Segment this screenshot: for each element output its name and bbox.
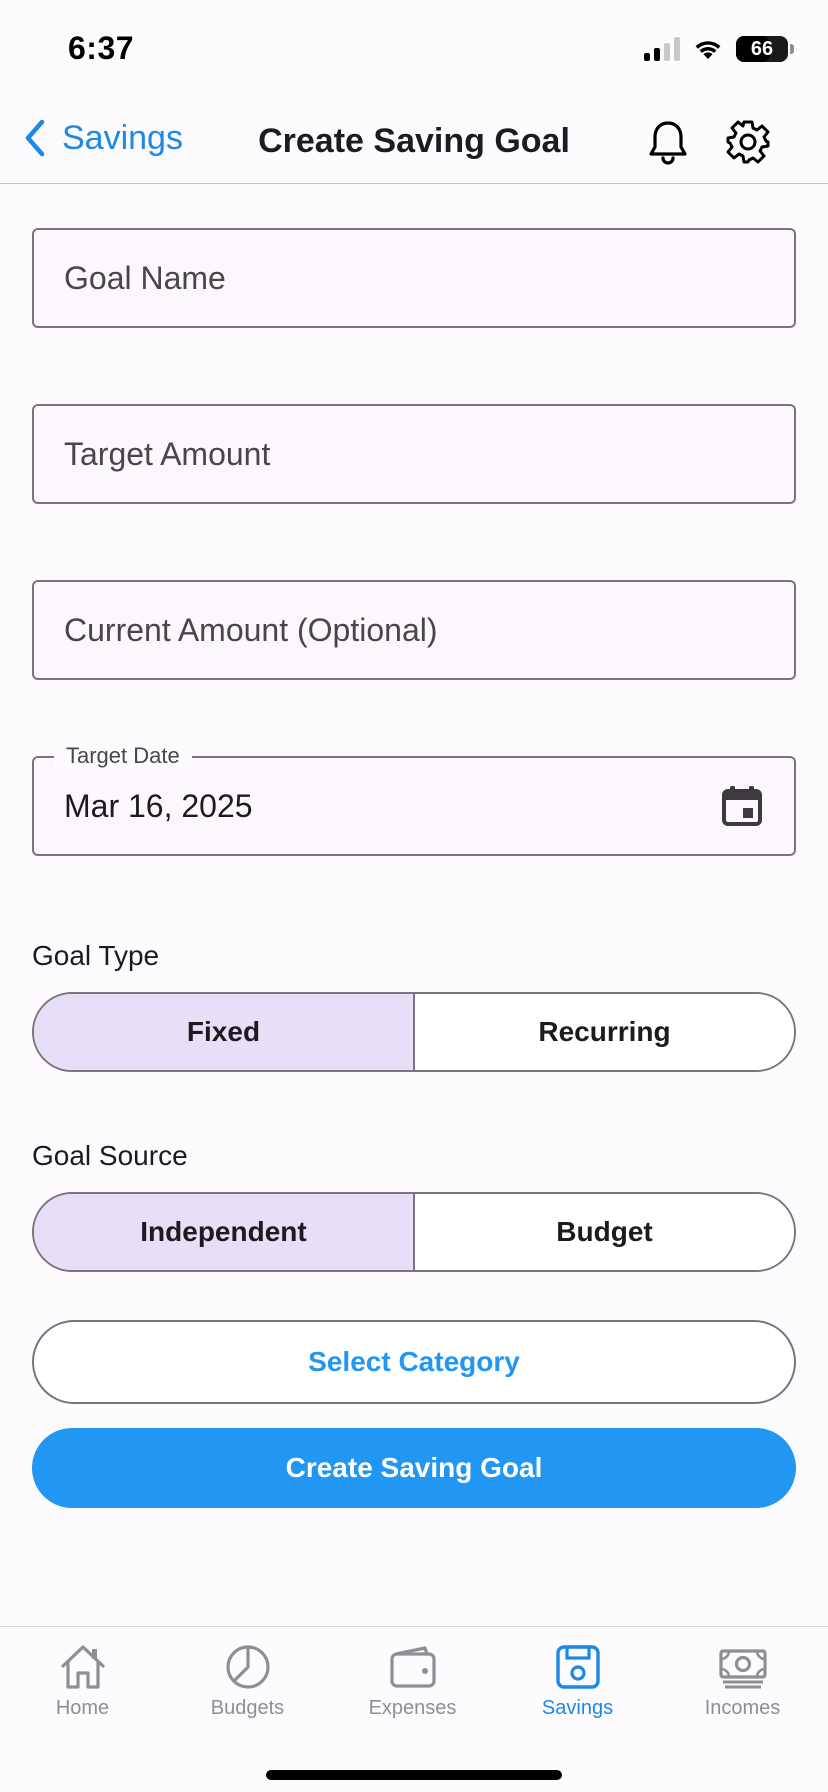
goal-type-recurring[interactable]: Recurring [413, 994, 794, 1070]
goal-source-selector: Independent Budget [32, 1192, 796, 1272]
select-category-button[interactable]: Select Category [32, 1320, 796, 1404]
page-title: Create Saving Goal [258, 122, 570, 160]
tab-home-label: Home [55, 1697, 110, 1719]
tab-home[interactable]: Home [0, 1641, 165, 1720]
battery-icon: 66 [736, 36, 788, 62]
goal-source-budget[interactable]: Budget [413, 1194, 794, 1270]
target-amount-input[interactable]: Target Amount [32, 404, 796, 504]
tab-budgets[interactable]: Budgets [165, 1641, 330, 1720]
status-bar: 6:37 66 [0, 0, 828, 100]
banknote-icon [718, 1649, 767, 1689]
goal-source-label: Goal Source [32, 1140, 188, 1171]
bell-icon [649, 121, 687, 165]
wallet-icon [389, 1646, 436, 1688]
goal-name-input[interactable]: Goal Name [32, 228, 796, 328]
tab-incomes-label: Incomes [704, 1697, 781, 1719]
tab-savings[interactable]: Savings [495, 1641, 660, 1720]
target-amount-placeholder: Target Amount [64, 435, 271, 472]
pie-chart-icon [225, 1645, 270, 1689]
goal-type-label: Goal Type [32, 940, 160, 971]
gear-icon [726, 120, 770, 164]
current-amount-input[interactable]: Current Amount (Optional) [32, 580, 796, 680]
status-time: 6:37 [68, 30, 135, 66]
goal-source-independent[interactable]: Independent [34, 1194, 413, 1270]
battery-level: 66 [750, 37, 774, 60]
settings-button[interactable] [720, 114, 776, 170]
tab-expenses[interactable]: Expenses [330, 1641, 495, 1720]
tab-budgets-label: Budgets [210, 1697, 285, 1719]
current-amount-placeholder: Current Amount (Optional) [64, 611, 438, 648]
target-date-field[interactable]: Target Date Mar 16, 2025 [32, 743, 796, 856]
goal-type-fixed[interactable]: Fixed [34, 994, 413, 1070]
create-saving-goal-button[interactable]: Create Saving Goal [32, 1428, 796, 1508]
home-icon [60, 1645, 105, 1689]
floppy-disk-icon [555, 1645, 600, 1689]
cellular-signal-icon [644, 37, 680, 61]
calendar-icon[interactable] [720, 784, 764, 828]
goal-type-selector: Fixed Recurring [32, 992, 796, 1072]
tab-savings-label: Savings [541, 1697, 614, 1719]
notifications-button[interactable] [640, 114, 696, 170]
target-date-value: Mar 16, 2025 [64, 787, 253, 824]
tab-incomes[interactable]: Incomes [660, 1641, 825, 1720]
goal-name-placeholder: Goal Name [64, 259, 226, 296]
tab-expenses-label: Expenses [368, 1697, 457, 1719]
wifi-icon [695, 41, 721, 59]
home-indicator [266, 1770, 562, 1780]
navigation-bar: Savings Create Saving Goal [0, 100, 828, 184]
tab-bar: Home Budgets Expenses Savings Incomes [0, 1626, 828, 1792]
target-date-label: Target Date [54, 743, 192, 769]
status-icons: 66 [644, 34, 794, 64]
